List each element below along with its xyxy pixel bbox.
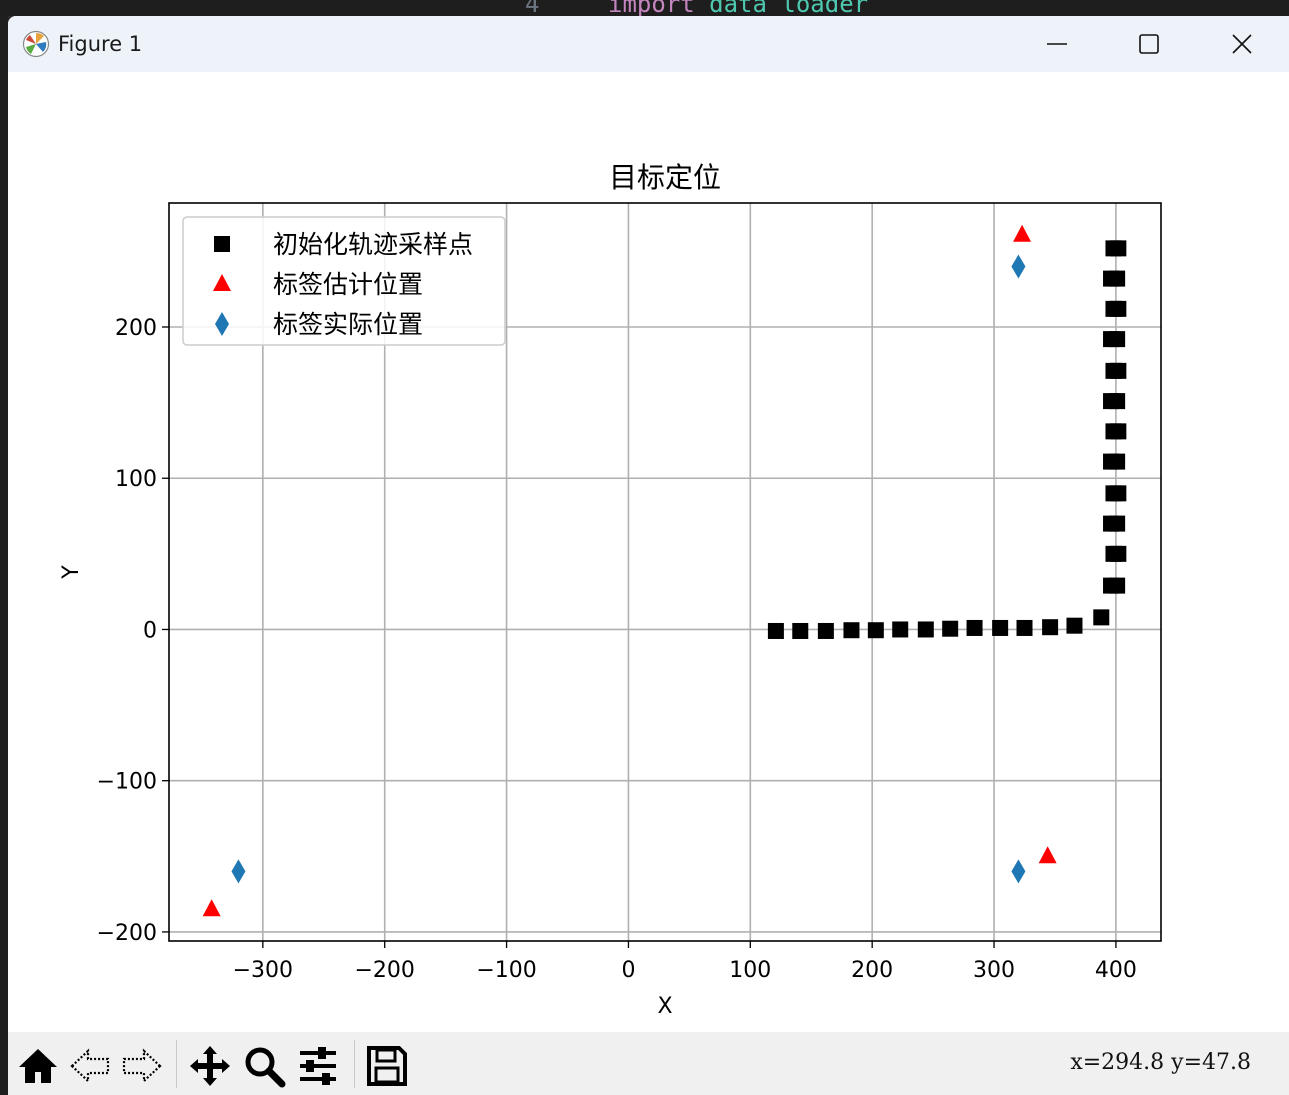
y-tick-label: −200 [97,921,157,946]
home-icon [19,1049,57,1083]
maximize-button[interactable] [1103,16,1195,72]
data-point-square [867,622,884,639]
data-point-square [1109,577,1126,594]
configure-subplots-button[interactable] [294,1044,342,1088]
configure-subplots-icon [300,1047,336,1085]
y-tick-label: 0 [143,618,157,643]
data-point-square [942,620,959,637]
figure-canvas[interactable]: −300 −200 −100 0 100 200 300 400 −200 −100 0 100 200… [8,72,1289,1032]
back-arrow-icon [70,1048,110,1084]
data-point-square [1110,300,1127,317]
data-point-triangle [202,899,221,917]
y-tick-label: 100 [115,467,157,492]
figure-window: Figure 1 −300 −200 −100 0 100 200 300 400 −200 −1… [8,16,1289,1095]
data-point-square [1110,362,1127,379]
data-point-square [1109,453,1126,470]
forward-button[interactable] [118,1044,166,1088]
data-point-square [1066,617,1083,634]
data-point-triangle [1013,224,1032,242]
maximize-icon [1139,34,1159,54]
legend-label: 标签估计位置 [273,270,423,299]
forward-arrow-icon [122,1048,162,1084]
data-point-square [1109,393,1126,410]
data-point-square [966,619,983,636]
cursor-coordinates: x=294.8 y=47.8 [1070,1050,1251,1075]
pan-move-icon [190,1046,230,1086]
data-point-square [767,622,784,639]
x-tick-label: 100 [729,958,771,983]
data-point-square [1110,240,1127,257]
legend: 初始化轨迹采样点标签估计位置标签实际位置 [182,216,506,346]
close-icon [1232,34,1252,54]
data-point-square [1109,331,1126,348]
legend-marker-square [214,236,230,252]
data-point-diamond [231,859,246,884]
title-bar[interactable]: Figure 1 [8,16,1289,72]
minimize-button[interactable] [1011,16,1103,72]
data-point-square [1110,545,1127,562]
save-floppy-icon [367,1046,407,1086]
y-axis-label: Y [59,565,84,580]
data-point-square [1042,619,1059,636]
home-button[interactable] [14,1044,62,1088]
minimize-icon [1047,43,1067,45]
data-point-square [1109,270,1126,287]
data-point-square [817,622,834,639]
x-tick-label: 400 [1095,958,1137,983]
x-tick-label: 0 [621,958,635,983]
y-tick-label: 200 [115,316,157,341]
save-button[interactable] [363,1044,411,1088]
toolbar-separator [176,1040,177,1088]
legend-label: 初始化轨迹采样点 [273,230,473,259]
legend-label: 标签实际位置 [273,310,423,339]
data-point-square [1016,619,1033,636]
toolbar-separator [354,1040,355,1088]
zoom-magnifier-icon [245,1047,286,1088]
matplotlib-icon [22,30,50,58]
background-editor: 4 import data_loader [0,0,1289,18]
x-tick-label: −300 [233,958,293,983]
data-point-square [892,621,909,638]
data-point-square [1110,485,1127,502]
data-point-square [792,622,809,639]
background-sidebar [0,16,8,1095]
data-point-diamond [1011,254,1026,279]
data-point-diamond [1011,859,1026,884]
data-point-square [1109,515,1126,532]
data-point-square [1093,609,1110,626]
close-button[interactable] [1196,16,1288,72]
data-point-square [1110,423,1127,440]
x-tick-label: −100 [476,958,536,983]
window-title: Figure 1 [58,32,143,56]
navigation-toolbar: x=294.8 y=47.8 [8,1032,1289,1095]
scatter-chart[interactable]: −300 −200 −100 0 100 200 300 400 −200 −100 0 100 200… [8,72,1289,1032]
x-tick-label: 300 [973,958,1015,983]
pan-button[interactable] [186,1044,234,1088]
y-tick-label: −100 [97,770,157,795]
x-tick-label: −200 [354,958,414,983]
zoom-button[interactable] [240,1044,288,1088]
data-point-square [843,622,860,639]
data-point-square [992,619,1009,636]
data-point-triangle [1038,846,1057,864]
x-tick-label: 200 [851,958,893,983]
chart-title: 目标定位 [609,161,721,194]
back-button[interactable] [66,1044,114,1088]
x-axis-label: X [657,994,672,1019]
data-point-square [917,621,934,638]
series-square [767,240,1127,639]
